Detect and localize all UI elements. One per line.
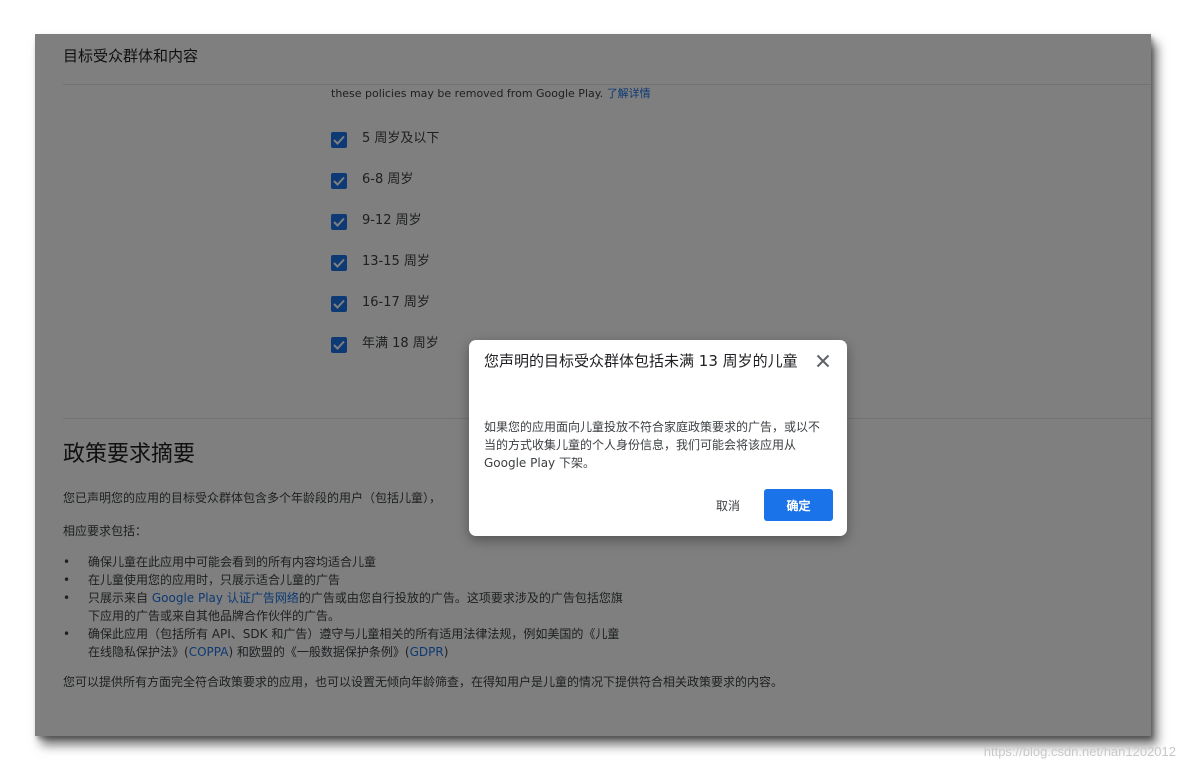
dialog-body: 如果您的应用面向儿童投放不符合家庭政策要求的广告，或以不当的方式收集儿童的个人身…: [484, 420, 821, 470]
confirm-button[interactable]: 确定: [764, 489, 833, 521]
under-13-warning-dialog: 您声明的目标受众群体包括未满 13 周岁的儿童 如果您的应用面向儿童投放不符合家…: [469, 340, 847, 536]
screenshot-frame: 目标受众群体和内容 these policies may be removed …: [35, 34, 1151, 736]
dialog-title: 您声明的目标受众群体包括未满 13 周岁的儿童: [484, 352, 798, 370]
source-watermark: https://blog.csdn.net/han1202012: [983, 744, 1176, 759]
cancel-button[interactable]: 取消: [709, 489, 747, 521]
close-icon[interactable]: [815, 353, 831, 369]
